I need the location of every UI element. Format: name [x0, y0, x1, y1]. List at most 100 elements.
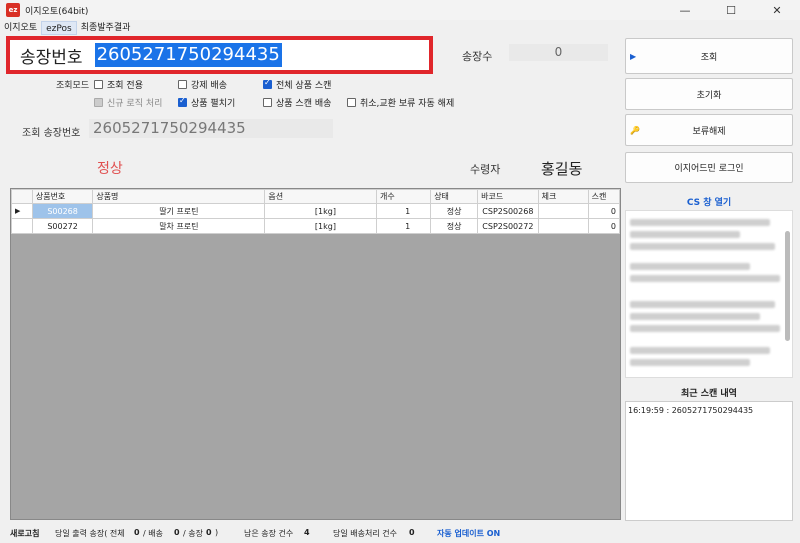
menu-ezpos[interactable]: ezPos — [41, 21, 77, 35]
cell-option[interactable]: [1kg] — [264, 218, 377, 234]
blurred-text — [630, 325, 780, 332]
checkbox-force-ship[interactable]: 강제 배송 — [178, 78, 227, 91]
cell-scan[interactable]: 0 — [587, 203, 620, 219]
checkbox-label: 조회 전용 — [107, 81, 143, 91]
cell-state[interactable]: 정상 — [430, 218, 479, 234]
invoice-label: 송장번호 — [20, 47, 83, 68]
checkbox-label: 신규 로직 처리 — [107, 99, 163, 109]
cell-code[interactable]: S00272 — [31, 218, 94, 234]
hold-separator: / 송장 — [183, 529, 203, 538]
release-hold-button[interactable]: 🔑 보류해제 — [625, 114, 793, 146]
ezadmin-login-button[interactable]: 이지어드민 로그인 — [625, 152, 793, 183]
invoice-number-input[interactable]: 2605271750294435 — [94, 43, 282, 67]
blurred-text — [630, 313, 760, 320]
table-row[interactable]: ▶ S00268 딸기 프로틴 [1kg] 1 정상 CSP2S00268 0 — [11, 203, 620, 219]
recent-scan-entry: 16:19:59 : 2605271750294435 — [628, 406, 754, 415]
cell-code[interactable]: S00268 — [31, 203, 94, 219]
cell-barcode[interactable]: CSP2S00268 — [477, 203, 539, 219]
col-check: 체크 — [537, 189, 589, 204]
receiver-name: 홍길동 — [541, 160, 583, 178]
cell-check[interactable] — [537, 218, 589, 234]
checkbox-box[interactable] — [94, 80, 103, 89]
checkbox-label: 전체 상품 스캔 — [276, 81, 332, 91]
maximize-button[interactable]: ☐ — [708, 0, 754, 20]
close-paren: ) — [215, 528, 219, 537]
checkbox-box[interactable] — [347, 98, 356, 107]
row-marker — [11, 218, 33, 234]
app-icon: ez — [6, 3, 20, 17]
button-label: 이지어드민 로그인 — [674, 164, 744, 174]
blurred-text — [630, 275, 780, 282]
col-qty: 개수 — [375, 189, 432, 204]
daily-hold-value: 0 — [206, 528, 212, 537]
invoice-count-field: 0 — [509, 44, 608, 61]
product-table: 상품번호 상품명 옵션 개수 상태 바코드 체크 스캔 ▶ S00268 딸기 … — [11, 189, 620, 234]
auto-update-status: 자동 업데이트 ON — [437, 529, 501, 538]
blurred-text — [630, 263, 750, 270]
menu-final-order-result[interactable]: 최종발주결과 — [77, 21, 135, 35]
col-product-name: 상품명 — [92, 189, 266, 204]
key-icon: 🔑 — [630, 125, 640, 135]
reset-button[interactable]: 초기화 — [625, 78, 793, 110]
checkbox-expand-products[interactable]: 상품 펼치기 — [178, 96, 235, 109]
lookup-button[interactable]: ▶ 조회 — [625, 38, 793, 74]
checkbox-box[interactable] — [178, 96, 187, 107]
lookup-invoice-label: 조회 송장번호 — [22, 128, 81, 139]
checkbox-box[interactable] — [178, 80, 187, 89]
cs-open-link[interactable]: CS 창 열기 — [625, 195, 793, 208]
blurred-text — [630, 359, 750, 366]
col-option: 옵션 — [264, 189, 377, 204]
menu-easyauto[interactable]: 이지오토 — [0, 21, 41, 35]
invoice-input-panel: 송장번호 2605271750294435 — [6, 36, 433, 74]
checkbox-auto-release-hold[interactable]: 취소,교환 보류 자동 해제 — [347, 96, 454, 109]
daily-ship-value: 0 — [174, 528, 180, 537]
cell-name[interactable]: 딸기 프로틴 — [92, 203, 266, 219]
cell-name[interactable]: 말차 프로틴 — [92, 218, 266, 234]
status-bar: 새로고침 당일 출력 송장( 전체 0 / 배송 0 / 송장 0 ) 남은 송… — [0, 524, 800, 543]
col-rowheader — [11, 189, 33, 204]
cs-panel — [625, 210, 793, 378]
row-marker: ▶ — [11, 203, 33, 219]
checkbox-label: 강제 배송 — [191, 81, 227, 91]
window-title: 이지오토(64bit) — [25, 6, 89, 17]
shipped-label: 당일 배송처리 건수 — [333, 529, 397, 538]
col-state: 상태 — [430, 189, 479, 204]
col-scan: 스캔 — [587, 189, 620, 204]
blurred-text — [630, 219, 770, 226]
blurred-text — [630, 243, 775, 250]
cell-option[interactable]: [1kg] — [264, 203, 377, 219]
button-label: 초기화 — [696, 90, 722, 101]
menu-bar: 이지오토 ezPos 최종발주결과 — [0, 20, 800, 36]
cell-state[interactable]: 정상 — [430, 203, 479, 219]
recent-scans-title: 최근 스캔 내역 — [681, 389, 737, 399]
cell-qty[interactable]: 1 — [375, 203, 432, 219]
minimize-button[interactable]: — — [662, 0, 708, 20]
blurred-text — [630, 301, 775, 308]
cell-qty[interactable]: 1 — [375, 218, 432, 234]
close-button[interactable]: ✕ — [754, 0, 800, 20]
cs-scrollbar[interactable] — [785, 231, 790, 341]
remaining-value: 4 — [304, 528, 310, 537]
play-icon: ▶ — [630, 51, 637, 61]
cell-check[interactable] — [537, 203, 589, 219]
col-barcode: 바코드 — [477, 189, 539, 204]
checkbox-scan-all-products[interactable]: 전체 상품 스캔 — [263, 78, 331, 91]
table-row[interactable]: S00272 말차 프로틴 [1kg] 1 정상 CSP2S00272 0 — [11, 218, 620, 234]
cell-scan[interactable]: 0 — [587, 218, 620, 234]
ship-separator: / 배송 — [143, 529, 163, 538]
cell-barcode[interactable]: CSP2S00272 — [477, 218, 539, 234]
checkbox-lookup-only[interactable]: 조회 전용 — [94, 78, 143, 91]
checkbox-new-logic: 신규 로직 처리 — [94, 96, 162, 109]
checkbox-box[interactable] — [263, 98, 272, 107]
lookup-invoice-field: 2605271750294435 — [89, 119, 333, 138]
checkbox-box — [94, 98, 103, 107]
remaining-label: 남은 송장 건수 — [244, 529, 294, 538]
button-label: 보류해제 — [692, 126, 726, 137]
checkbox-box[interactable] — [263, 78, 272, 89]
product-grid: 상품번호 상품명 옵션 개수 상태 바코드 체크 스캔 ▶ S00268 딸기 … — [10, 188, 621, 520]
refresh-link[interactable]: 새로고침 — [10, 528, 39, 539]
daily-print-label: 당일 출력 송장( 전체 — [55, 529, 125, 538]
checkbox-scan-ship[interactable]: 상품 스캔 배송 — [263, 96, 331, 109]
shipped-value: 0 — [409, 528, 415, 537]
col-product-code: 상품번호 — [31, 189, 94, 204]
